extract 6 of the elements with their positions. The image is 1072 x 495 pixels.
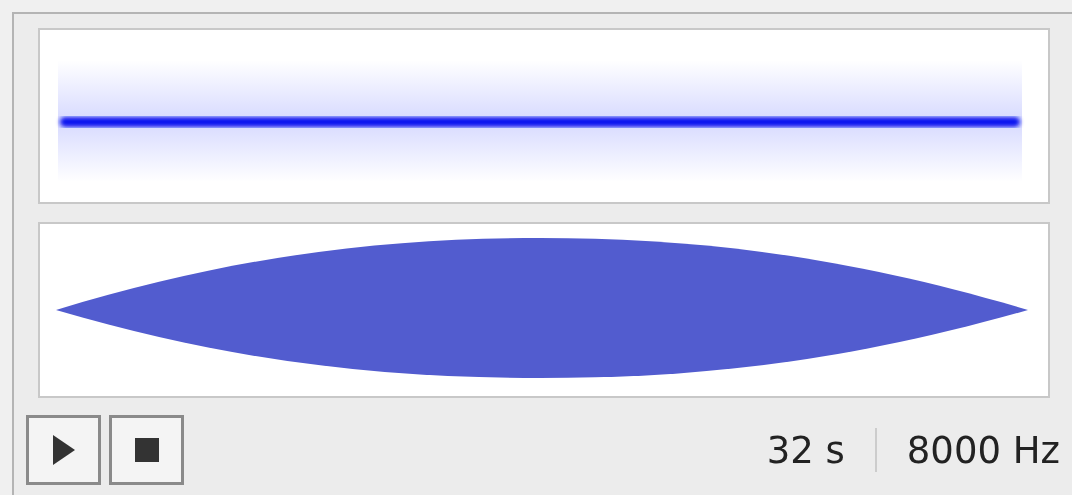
stop-button[interactable] xyxy=(109,415,184,485)
play-button[interactable] xyxy=(26,415,101,485)
stop-icon xyxy=(134,438,159,462)
duration-text: 32 s xyxy=(766,428,845,472)
sample-rate-text: 8000 Hz xyxy=(906,428,1060,472)
play-icon xyxy=(52,435,75,465)
